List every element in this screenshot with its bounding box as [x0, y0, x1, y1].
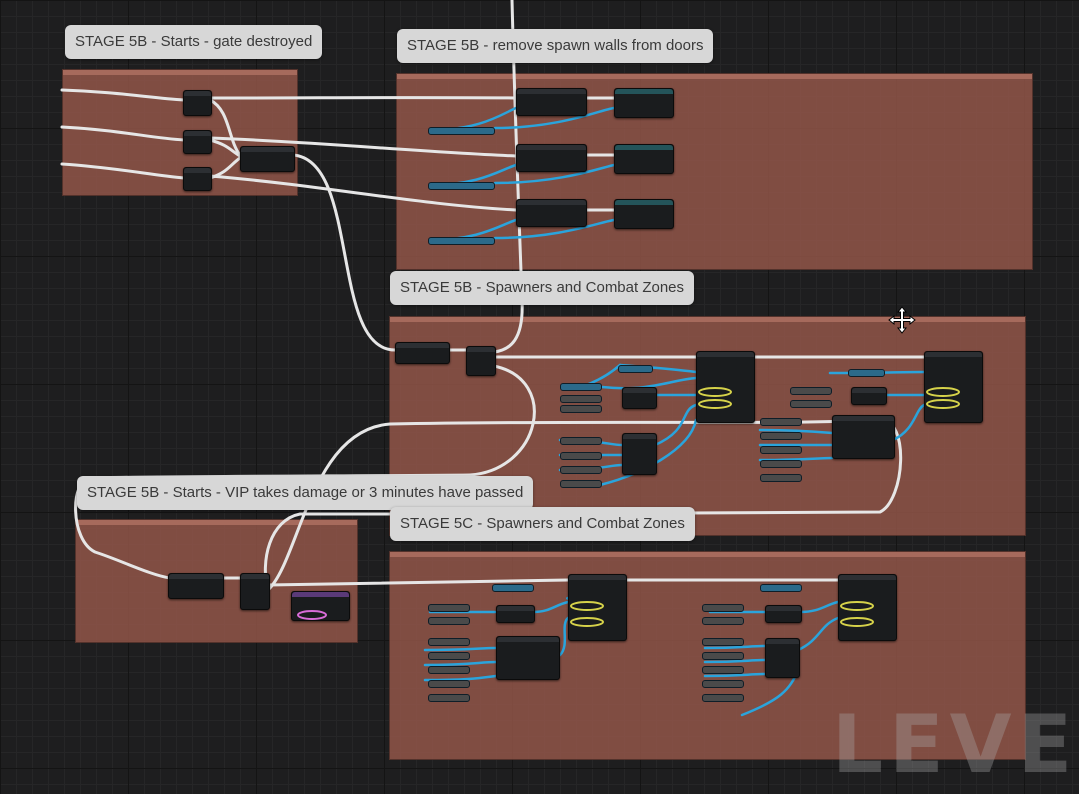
move-cursor-icon [888, 306, 916, 334]
comment-title-stage5b-gate[interactable]: STAGE 5B - Starts - gate destroyed [65, 25, 323, 59]
comment-title-stage5b-vip[interactable]: STAGE 5B - Starts - VIP takes damage or … [77, 476, 534, 510]
pin-ovals-layer [297, 387, 960, 627]
comment-title-stage5b-spawners[interactable]: STAGE 5B - Spawners and Combat Zones [390, 271, 695, 305]
watermark-text: LEVEL I [832, 700, 1079, 790]
comment-title-stage5c-spawners[interactable]: STAGE 5C - Spawners and Combat Zones [390, 507, 695, 541]
pink-pins [297, 610, 327, 620]
comment-title-stage5b-walls[interactable]: STAGE 5B - remove spawn walls from doors [397, 29, 714, 63]
